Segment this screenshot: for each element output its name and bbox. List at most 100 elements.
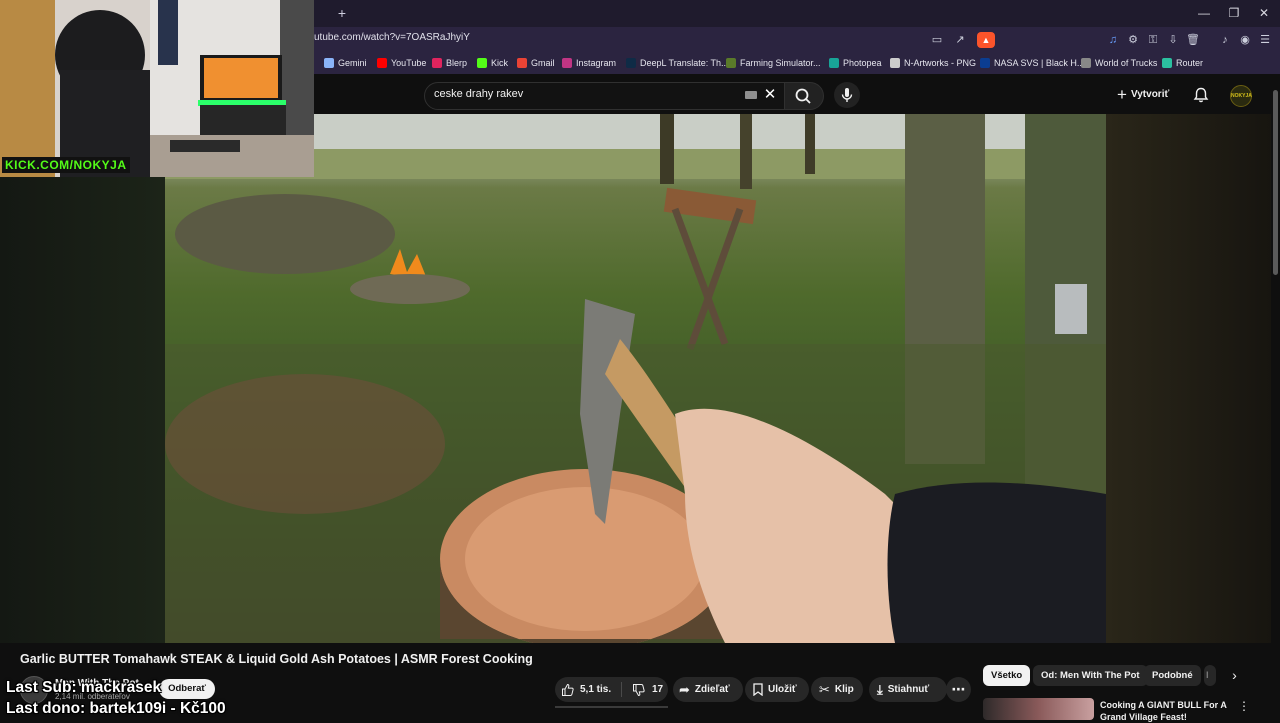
create-button[interactable]: + Vytvoriť <box>1117 84 1179 106</box>
webcam-overlay <box>0 0 314 177</box>
share-button[interactable]: ➦ Zdieľať <box>673 677 743 702</box>
chip-from-channel[interactable]: Od: Men With The Pot <box>1033 665 1148 686</box>
passwords-icon[interactable]: ⚿ <box>1145 32 1161 48</box>
more-actions-button[interactable]: ⋯ <box>946 677 971 702</box>
like-count: 5,1 tis. <box>580 684 612 695</box>
close-icon[interactable]: ✕ <box>1256 5 1272 21</box>
new-tab-button[interactable]: + <box>334 5 350 21</box>
dislike-count: 17 <box>652 684 664 695</box>
bookmark-label: Blerp <box>446 58 468 68</box>
farming-icon <box>726 58 736 68</box>
install-app-icon[interactable]: ▭ <box>929 32 945 48</box>
search-button[interactable] <box>784 82 824 110</box>
bookmark-label: World of Trucks <box>1095 58 1158 68</box>
ambient-left <box>0 114 165 643</box>
bookmark-item[interactable]: Gemini <box>324 56 367 70</box>
bookmark-item[interactable]: YouTube <box>377 56 426 70</box>
save-label: Uložiť <box>768 684 797 695</box>
account-avatar[interactable]: NOKYJA <box>1230 85 1252 107</box>
stream-overlay-text: Last Sub: mackrasek Last dono: bartek109… <box>6 677 226 719</box>
like-ratio-bar <box>555 706 668 708</box>
url-field[interactable]: utube.com/watch?v=7OASRaJhyiY <box>314 32 470 43</box>
scissors-icon: ✂ <box>819 682 830 697</box>
share-page-icon[interactable]: ↗ <box>952 32 968 48</box>
gmail-icon <box>517 58 527 68</box>
clear-search-icon[interactable]: ✕ <box>763 87 777 103</box>
chip-related[interactable]: Podobné <box>1144 665 1201 686</box>
keyboard-icon[interactable] <box>745 91 757 99</box>
audio-icon[interactable]: ♫ <box>1105 32 1121 48</box>
video-frame-image <box>165 114 1106 643</box>
more-icon: ⋯ <box>951 681 966 697</box>
webcam-image <box>0 0 314 177</box>
bookmark-item[interactable]: Instagram <box>562 56 616 70</box>
bookmark-item[interactable]: Kick <box>477 56 508 70</box>
recommended-menu-icon[interactable]: ⋮ <box>1238 699 1250 713</box>
search-input[interactable]: ceske drahy rakev <box>434 88 523 100</box>
dislike-button[interactable]: 17 <box>622 677 663 702</box>
minimize-icon[interactable]: — <box>1196 5 1212 21</box>
bookmark-item[interactable]: Gmail <box>517 56 555 70</box>
video-player[interactable] <box>165 114 1106 643</box>
photopea-icon <box>829 58 839 68</box>
create-label: Vytvoriť <box>1130 89 1170 100</box>
brave-shield-icon[interactable]: ▲ <box>977 32 995 48</box>
notifications-button[interactable] <box>1192 86 1210 104</box>
vpn-icon[interactable]: ◉ <box>1237 32 1253 48</box>
bookmark-label: Gemini <box>338 58 367 68</box>
wot-icon <box>1081 58 1091 68</box>
ambient-right <box>1106 114 1271 643</box>
thumbs-up-icon <box>562 683 574 696</box>
like-button[interactable]: 5,1 tis. <box>555 677 621 702</box>
nartworks-icon <box>890 58 900 68</box>
menu-icon[interactable]: ☰ <box>1257 32 1273 48</box>
bookmark-item[interactable]: Farming Simulator... <box>726 56 821 70</box>
bookmark-label: Instagram <box>576 58 617 68</box>
kick-channel-tag: KICK.COM/NOKYJA <box>2 157 130 173</box>
extensions-icon[interactable]: ⚙ <box>1125 32 1141 48</box>
chip-more[interactable]: I <box>1204 665 1216 686</box>
recommended-title[interactable]: Cooking A GIANT BULL For A Grand Village… <box>1100 699 1230 723</box>
restore-icon[interactable]: ❐ <box>1226 5 1242 21</box>
microphone-icon <box>841 88 853 102</box>
kick-icon <box>477 58 487 68</box>
clip-button[interactable]: ✂ Klip <box>811 677 863 702</box>
bookmark-item[interactable]: Photopea <box>829 56 882 70</box>
voice-search-button[interactable] <box>834 82 860 108</box>
bookmark-item[interactable]: N-Artworks - PNG <box>890 56 976 70</box>
chip-all[interactable]: Všetko <box>983 665 1031 686</box>
bookmark-label: N-Artworks - PNG <box>904 58 976 68</box>
download-button[interactable]: ⤓ Stiahnuť <box>869 677 947 702</box>
bookmark-label: Farming Simulator... <box>740 58 821 68</box>
downloads-icon[interactable]: ⇩ <box>1165 32 1181 48</box>
bookmark-label: Gmail <box>531 58 555 68</box>
last-sub-text: Last Sub: mackrasek <box>6 679 162 696</box>
trash-icon[interactable]: 🗑 <box>1185 32 1201 48</box>
search-icon <box>795 88 811 104</box>
plus-icon: + <box>1117 85 1127 104</box>
media-icon[interactable]: ♪ <box>1217 32 1233 48</box>
bookmark-label: Photopea <box>843 58 882 68</box>
last-dono-text: Last dono: bartek109i - Kč100 <box>6 700 226 717</box>
bookmark-item[interactable]: World of Trucks <box>1081 56 1157 70</box>
bookmark-label: Router <box>1176 58 1204 68</box>
download-icon: ⤓ <box>877 682 883 697</box>
bookmark-icon <box>753 683 763 696</box>
clip-label: Klip <box>834 684 854 695</box>
chip-next-icon[interactable]: › <box>1224 665 1245 686</box>
save-button[interactable]: Uložiť <box>745 677 809 702</box>
bookmark-item[interactable]: Router <box>1162 56 1203 70</box>
bookmark-item[interactable]: DeepL Translate: Th... <box>626 56 729 70</box>
bookmark-label: YouTube <box>391 58 427 68</box>
instagram-icon <box>562 58 572 68</box>
share-label: Zdieľať <box>694 684 730 695</box>
thumbs-down-icon <box>633 683 645 696</box>
deepl-icon <box>626 58 636 68</box>
scrollbar-thumb[interactable] <box>1273 90 1278 275</box>
recommended-thumbnail[interactable] <box>983 698 1094 720</box>
bookmark-label: Kick <box>491 58 509 68</box>
youtube-icon <box>377 58 387 68</box>
bookmark-item[interactable]: NASA SVS | Black H... <box>980 56 1084 70</box>
bookmark-item[interactable]: Blerp <box>432 56 467 70</box>
blerp-icon <box>432 58 442 68</box>
